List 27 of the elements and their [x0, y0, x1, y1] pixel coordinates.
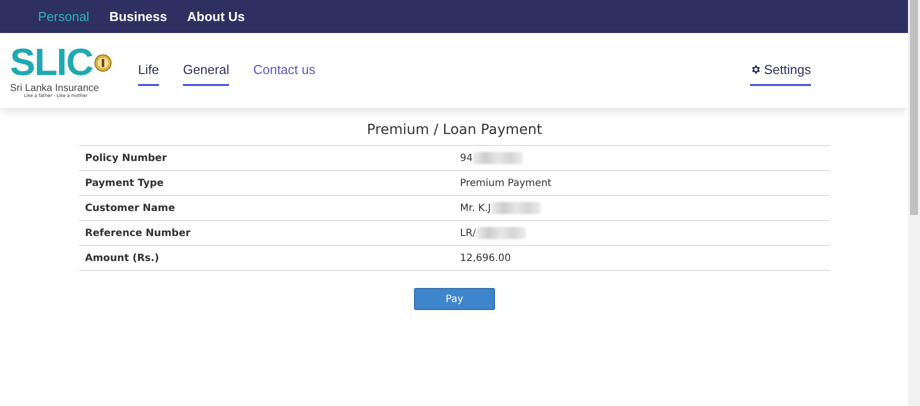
field-label: Policy Number: [84, 152, 168, 164]
nav-link[interactable]: Contact us: [253, 56, 316, 86]
logo-mark: SLIC: [10, 42, 93, 82]
redaction-mark: [476, 227, 526, 239]
field-value: 94: [460, 152, 473, 164]
settings-link[interactable]: Settings: [750, 56, 811, 86]
pay-button[interactable]: Pay: [414, 288, 495, 310]
redaction-mark: [472, 152, 523, 164]
logo-name: Sri Lanka Insurance: [10, 82, 98, 94]
field-value: 12,696.00: [460, 252, 511, 264]
field-value: Mr. K.J: [460, 202, 491, 214]
scrollbar[interactable]: [908, 0, 920, 406]
page-title: Premium / Loan Payment: [79, 122, 830, 146]
field-label: Amount (Rs.): [84, 252, 160, 264]
field-value: Premium Payment: [460, 178, 552, 188]
top-nav-link[interactable]: Personal: [38, 9, 90, 24]
field-value: LR/: [460, 228, 476, 238]
top-nav-link[interactable]: Business: [109, 9, 168, 24]
nav-link[interactable]: Life: [138, 56, 159, 86]
field-label: Reference Number: [84, 228, 192, 238]
field-label: Customer Name: [84, 202, 176, 214]
settings-icon: [750, 64, 762, 74]
field-label: Payment Type: [84, 178, 165, 188]
redaction-mark: [490, 202, 541, 214]
top-nav-link[interactable]: About Us: [187, 9, 245, 24]
nav-link[interactable]: General: [182, 56, 230, 86]
emblem-icon: [94, 54, 112, 72]
